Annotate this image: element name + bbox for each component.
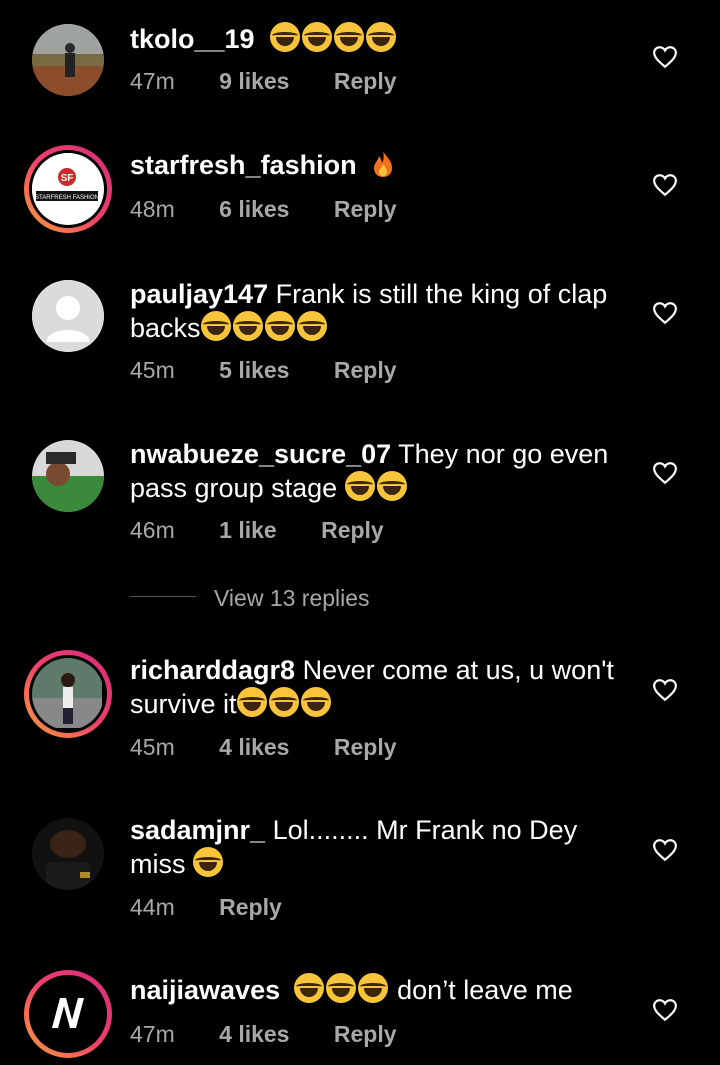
laughing-emoji-icon [200,311,231,341]
comment-text: Lol........ Mr Frank no Dey [272,815,578,845]
avatar[interactable] [24,970,112,1058]
laughing-emoji-icon [264,311,295,341]
comment-text: Never come at us, u won't [302,655,614,685]
avatar[interactable] [32,280,104,352]
comment-text: miss [130,849,186,879]
comment-time: 45m [130,734,175,760]
heart-icon[interactable] [652,678,678,702]
heart-icon[interactable] [652,461,678,485]
laughing-emoji-icon [296,311,327,341]
replies-divider [130,596,196,597]
laughing-emoji-icon [344,471,375,501]
comment-time: 47m [130,68,175,94]
heart-icon[interactable] [652,301,678,325]
reply-button[interactable]: Reply [321,517,384,543]
fire-icon [374,151,393,177]
laughing-emoji-icon [193,847,224,877]
comment-username[interactable]: tkolo__19 [130,24,255,54]
reply-button[interactable]: Reply [334,357,397,383]
comment-time: 46m [130,517,175,543]
laughing-emoji-icon [270,22,301,52]
comment-username[interactable]: richarddagr8 [130,655,295,685]
laughing-emoji-icon [334,22,365,52]
comment-likes[interactable]: 6 likes [219,196,289,222]
comment-username[interactable]: naijiawaves [130,975,280,1005]
laughing-emoji-icon [236,687,267,717]
comment-username[interactable]: nwabueze_sucre_07 [130,439,391,469]
comment-text: They nor go even [398,439,609,469]
laughing-emoji-icon [232,311,263,341]
laughing-emoji-icon [357,973,388,1003]
laughing-emoji-icon [300,687,331,717]
comment-likes[interactable]: 9 likes [219,68,289,94]
comment-time: 45m [130,357,175,383]
heart-icon[interactable] [652,173,678,197]
heart-icon[interactable] [652,838,678,862]
reply-button[interactable]: Reply [219,894,282,920]
avatar[interactable] [32,818,104,890]
view-replies-button[interactable]: View 13 replies [214,585,370,612]
comment-text: backs [130,313,201,343]
avatar[interactable] [32,440,104,512]
comment-likes[interactable]: 1 like [219,517,277,543]
laughing-emoji-icon [325,973,356,1003]
comment-username[interactable]: starfresh_fashion [130,150,357,180]
avatar[interactable]: SF STARFRESH FASHION [24,145,112,233]
comment-time: 47m [130,1021,175,1047]
avatar[interactable] [24,650,112,738]
comment-time: 44m [130,894,175,920]
laughing-emoji-icon [268,687,299,717]
comment-text: don’t leave me [397,975,573,1005]
comment-username[interactable]: sadamjnr_ [130,815,265,845]
comment-time: 48m [130,196,175,222]
heart-icon[interactable] [652,998,678,1022]
laughing-emoji-icon [293,973,324,1003]
reply-button[interactable]: Reply [334,68,397,94]
comment-text: Frank is still the king of clap [275,279,608,309]
comment-text: pass group stage [130,473,338,503]
laughing-emoji-icon [302,22,333,52]
avatar[interactable] [32,24,104,96]
reply-button[interactable]: Reply [334,1021,397,1047]
comment-username[interactable]: pauljay147 [130,279,268,309]
svg-text:STARFRESH FASHION: STARFRESH FASHION [35,195,99,201]
heart-icon[interactable] [652,45,678,69]
svg-text:SF: SF [61,173,74,184]
comment-likes[interactable]: 5 likes [219,357,289,383]
comment-likes[interactable]: 4 likes [219,734,289,760]
comment-likes[interactable]: 4 likes [219,1021,289,1047]
laughing-emoji-icon [376,471,407,501]
laughing-emoji-icon [366,22,397,52]
reply-button[interactable]: Reply [334,196,397,222]
comment-text: survive it [130,689,237,719]
reply-button[interactable]: Reply [334,734,397,760]
